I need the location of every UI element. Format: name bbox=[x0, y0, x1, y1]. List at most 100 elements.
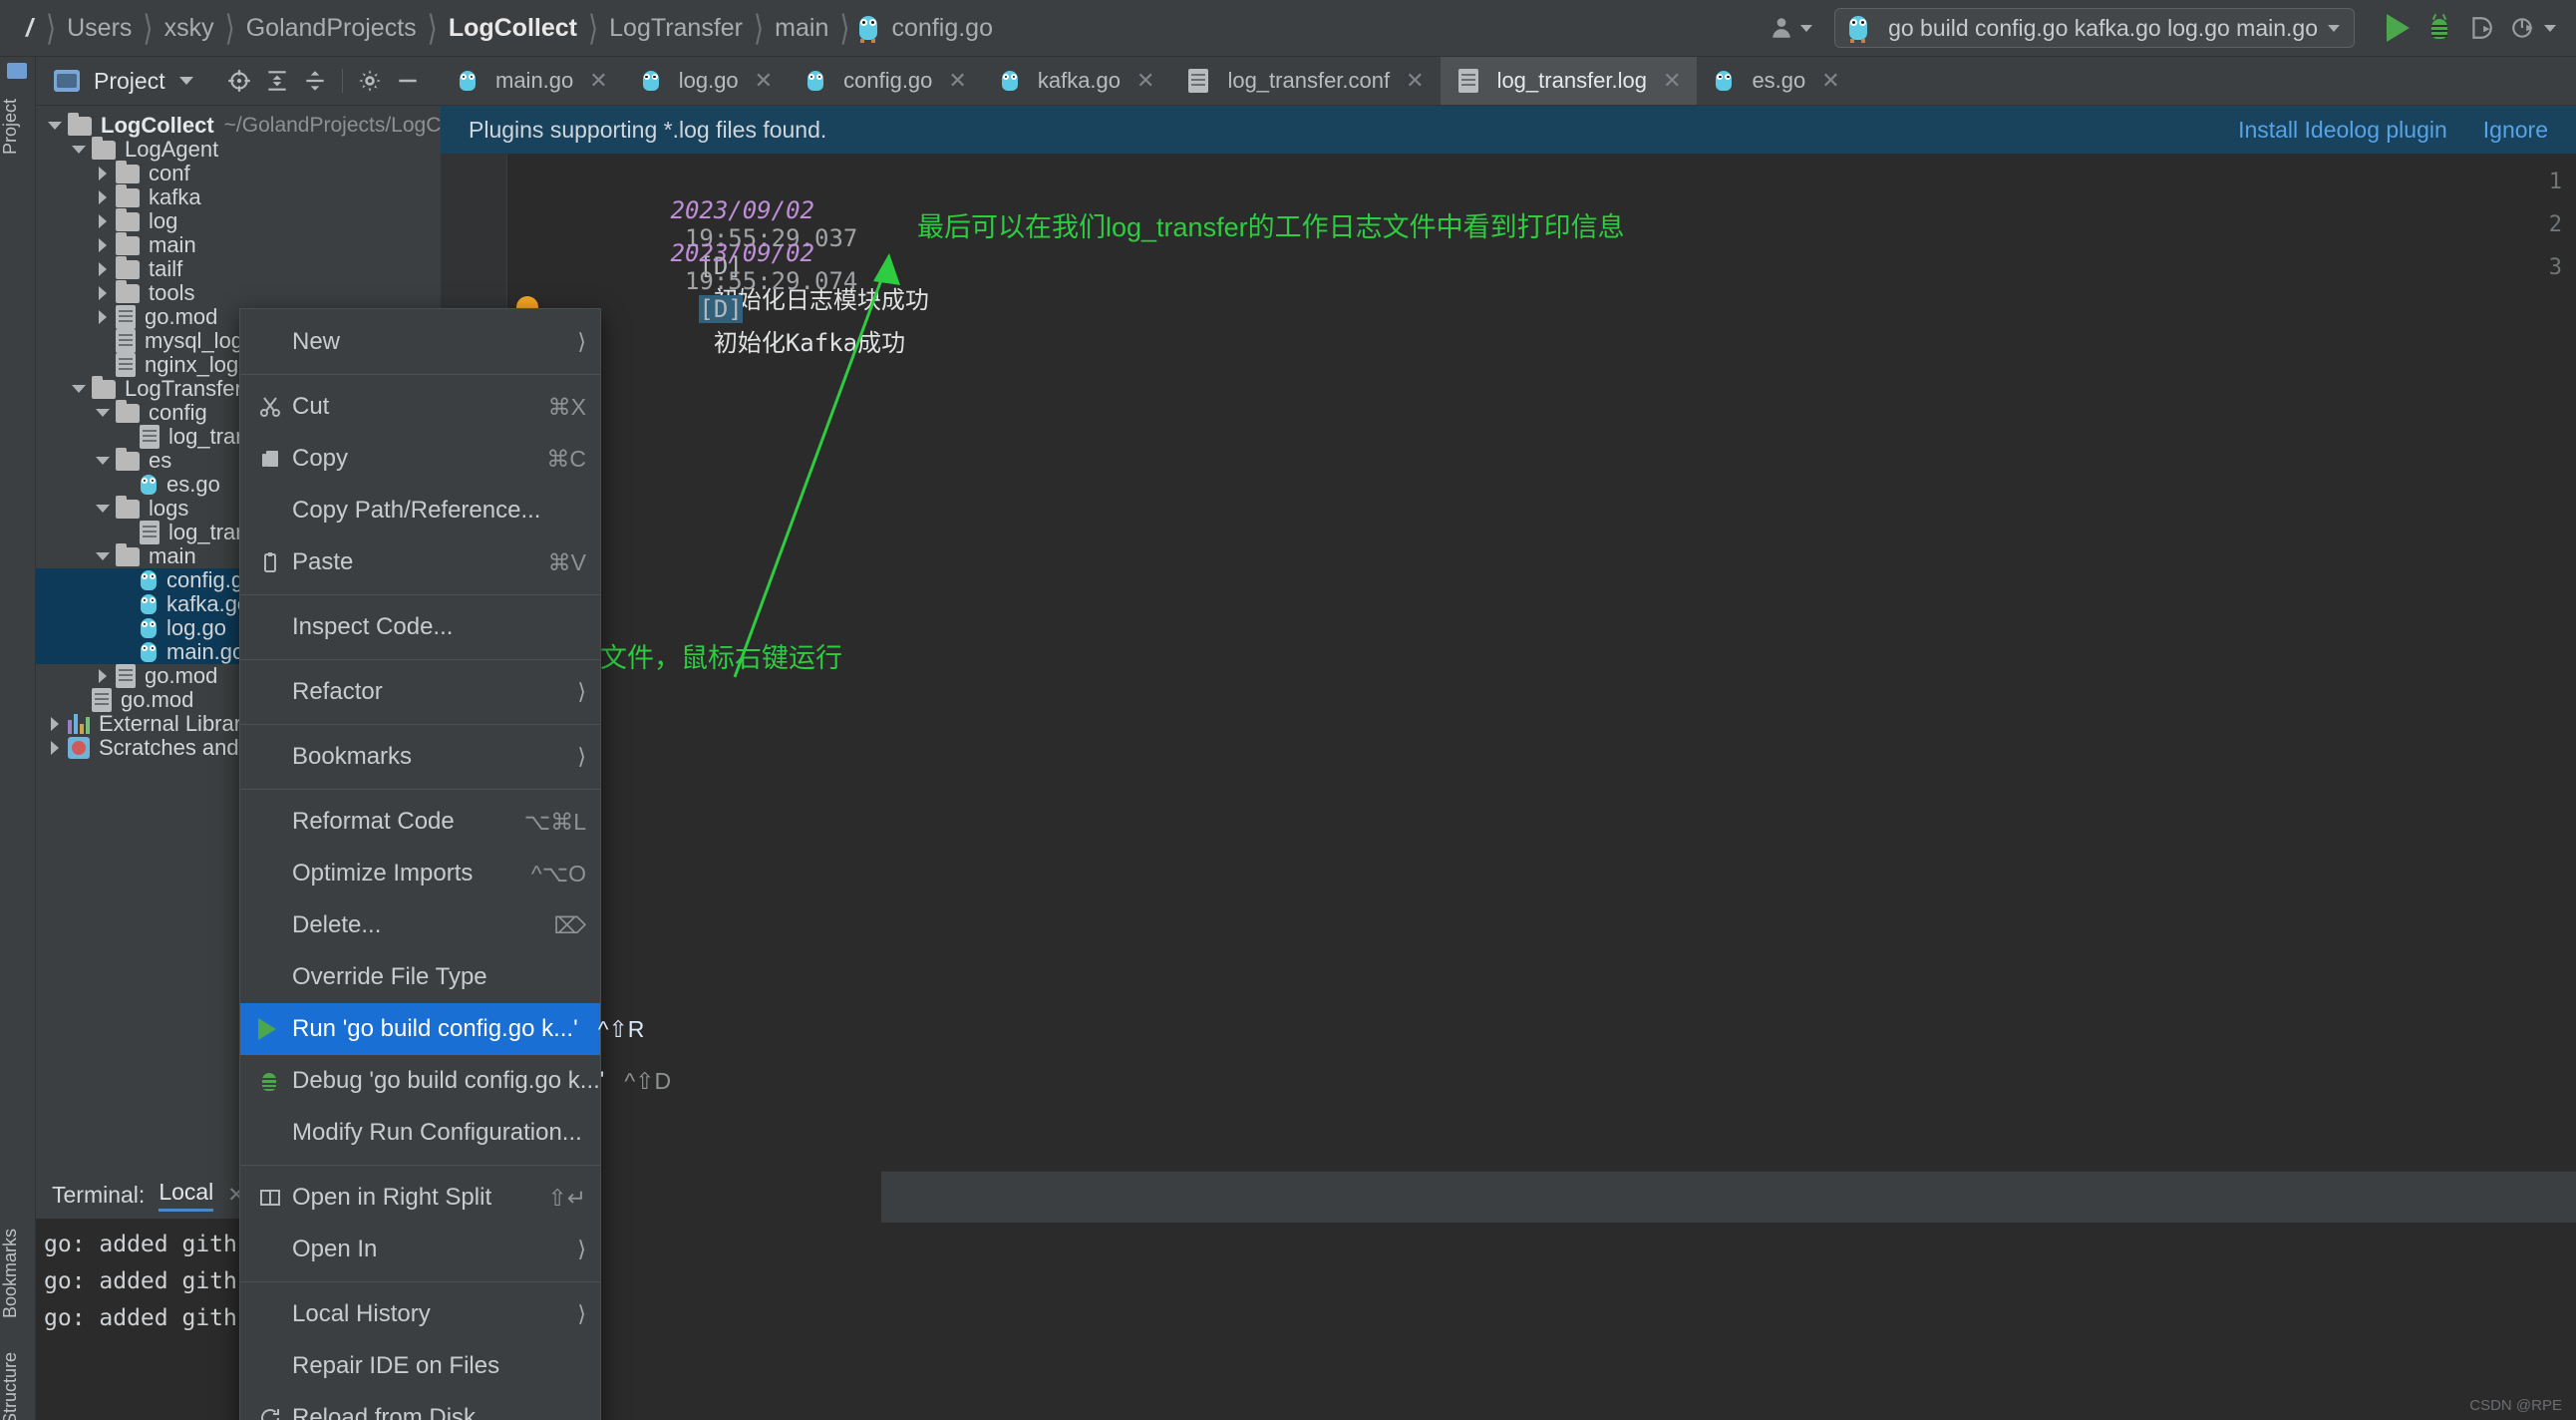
chevron-down-icon[interactable] bbox=[70, 141, 88, 159]
breadcrumb-item-logcollect[interactable]: LogCollect bbox=[445, 14, 581, 43]
menu-item-bookmarks[interactable]: Bookmarks ⟩ bbox=[240, 731, 600, 783]
close-icon[interactable]: ✕ bbox=[1663, 68, 1681, 94]
menu-item-inspect-code[interactable]: Inspect Code... bbox=[240, 601, 600, 653]
locate-icon[interactable] bbox=[220, 62, 258, 100]
tree-item-logcollect[interactable]: LogCollect ~/GolandProjects/LogCollect bbox=[36, 112, 441, 138]
editor-tab-log-transfer-conf[interactable]: log_transfer.conf ✕ bbox=[1170, 57, 1440, 105]
chevron-right-icon[interactable] bbox=[46, 715, 64, 733]
chevron-down-icon[interactable] bbox=[2544, 24, 2556, 32]
menu-item-refactor[interactable]: Refactor ⟩ bbox=[240, 666, 600, 718]
chevron-right-icon[interactable] bbox=[46, 739, 64, 757]
scratches-icon bbox=[68, 737, 90, 759]
menu-item-open-in[interactable]: Open In ⟩ bbox=[240, 1224, 600, 1275]
tree-item-label: go.mod bbox=[145, 663, 218, 688]
tree-item-main[interactable]: main bbox=[36, 231, 441, 257]
tree-item-kafka[interactable]: kafka bbox=[36, 183, 441, 209]
menu-item-local-history[interactable]: Local History ⟩ bbox=[240, 1288, 600, 1340]
run-with-coverage-button[interactable] bbox=[2460, 7, 2502, 49]
menu-item-reload-from-disk[interactable]: Reload from Disk bbox=[240, 1392, 600, 1420]
tree-item-conf[interactable]: conf bbox=[36, 160, 441, 185]
menu-item-copy[interactable]: Copy ⌘C bbox=[240, 433, 600, 485]
collapse-all-icon[interactable] bbox=[296, 62, 334, 100]
menu-item-debug-go-build-config-go-k[interactable]: Debug 'go build config.go k...' ^⇧D bbox=[240, 1055, 671, 1107]
menu-item-repair-ide-on-files[interactable]: Repair IDE on Files bbox=[240, 1340, 600, 1392]
chevron-down-icon[interactable] bbox=[94, 404, 112, 422]
menu-item-optimize-imports[interactable]: Optimize Imports ^⌥O bbox=[240, 848, 600, 899]
folder-icon bbox=[116, 279, 140, 303]
breadcrumb-item-golandprojects[interactable]: GolandProjects bbox=[242, 14, 421, 43]
hide-panel-icon[interactable] bbox=[389, 62, 427, 100]
editor-tab-es-go[interactable]: es.go ✕ bbox=[1697, 57, 1855, 105]
menu-item-delete[interactable]: Delete... ⌦ bbox=[240, 899, 600, 951]
chevron-right-icon[interactable] bbox=[94, 165, 112, 182]
breadcrumb-root[interactable]: / bbox=[22, 14, 39, 43]
chevron-down-icon[interactable] bbox=[94, 452, 112, 470]
line-number: 1 bbox=[2548, 170, 2562, 194]
close-icon[interactable]: ✕ bbox=[1821, 68, 1839, 94]
editor-tab-label: kafka.go bbox=[1037, 68, 1122, 93]
chevron-right-icon[interactable] bbox=[94, 284, 112, 302]
menu-item-cut[interactable]: Cut ⌘X bbox=[240, 381, 600, 433]
close-icon[interactable]: ✕ bbox=[755, 68, 773, 94]
chevron-right-icon[interactable] bbox=[94, 667, 112, 685]
breadcrumb-item-xsky[interactable]: xsky bbox=[161, 14, 218, 43]
settings-gear-icon[interactable] bbox=[351, 62, 389, 100]
no-arrow bbox=[118, 476, 136, 494]
expand-all-icon[interactable] bbox=[258, 62, 296, 100]
tree-item-logagent[interactable]: LogAgent bbox=[36, 136, 441, 162]
tree-item-log[interactable]: log bbox=[36, 207, 441, 233]
menu-item-open-in-right-split[interactable]: Open in Right Split ⇧↵ bbox=[240, 1172, 600, 1224]
run-button[interactable] bbox=[2377, 7, 2418, 49]
tree-item-tailf[interactable]: tailf bbox=[36, 255, 441, 281]
close-icon[interactable]: ✕ bbox=[948, 68, 966, 94]
breadcrumb-current-file[interactable]: config.go bbox=[888, 14, 997, 43]
chevron-right-icon[interactable] bbox=[94, 260, 112, 278]
chevron-right-icon: ⟩ bbox=[577, 679, 586, 704]
editor-tab-log-transfer-log[interactable]: log_transfer.log ✕ bbox=[1440, 57, 1698, 105]
chevron-down-icon[interactable] bbox=[70, 380, 88, 398]
tool-window-project[interactable]: Project bbox=[0, 67, 36, 186]
install-ideolog-plugin-link[interactable]: Install Ideolog plugin bbox=[2238, 117, 2447, 144]
editor-tab-kafka-go[interactable]: kafka.go ✕ bbox=[983, 57, 1171, 105]
breadcrumb-item-main[interactable]: main bbox=[771, 14, 832, 43]
chevron-down-icon[interactable] bbox=[46, 117, 64, 135]
editor-tab-label: config.go bbox=[843, 68, 933, 93]
editor-tab-label: log_transfer.log bbox=[1496, 68, 1647, 93]
tool-window-structure[interactable]: Structure bbox=[0, 1303, 36, 1420]
breadcrumb-separator: ⟩ bbox=[839, 7, 850, 48]
chevron-down-icon[interactable] bbox=[178, 77, 193, 85]
chevron-down-icon[interactable] bbox=[94, 547, 112, 565]
chevron-right-icon[interactable] bbox=[94, 188, 112, 206]
menu-item-paste[interactable]: Paste ⌘V bbox=[240, 536, 600, 588]
breadcrumb-item-logtransfer[interactable]: LogTransfer bbox=[605, 14, 747, 43]
editor-tab-main-go[interactable]: main.go ✕ bbox=[441, 57, 624, 105]
chevron-down-icon[interactable] bbox=[94, 500, 112, 518]
close-icon[interactable]: ✕ bbox=[589, 68, 607, 94]
menu-item-copy-path-reference[interactable]: Copy Path/Reference... bbox=[240, 485, 600, 536]
user-avatar-button[interactable] bbox=[1769, 15, 1813, 41]
debug-button[interactable] bbox=[2418, 7, 2460, 49]
close-icon[interactable]: ✕ bbox=[1136, 68, 1154, 94]
editor-tab-config-go[interactable]: config.go ✕ bbox=[789, 57, 983, 105]
editor-tab-label: log.go bbox=[678, 68, 739, 93]
ignore-link[interactable]: Ignore bbox=[2483, 117, 2548, 144]
copy-icon bbox=[258, 447, 292, 471]
tree-item-label: es bbox=[149, 448, 172, 473]
menu-item-modify-run-configuration[interactable]: Modify Run Configuration... bbox=[240, 1107, 600, 1159]
run-configuration-selector[interactable]: go build config.go kafka.go log.go main.… bbox=[1834, 8, 2355, 48]
terminal-tab-local[interactable]: Local bbox=[159, 1179, 214, 1212]
chevron-right-icon[interactable] bbox=[94, 236, 112, 254]
menu-item-override-file-type[interactable]: Override File Type bbox=[240, 951, 600, 1003]
scissors-icon bbox=[258, 395, 292, 419]
breadcrumb-item-users[interactable]: Users bbox=[63, 14, 136, 43]
chevron-right-icon[interactable] bbox=[94, 308, 112, 326]
chevron-right-icon[interactable] bbox=[94, 212, 112, 230]
editor-tab-log-go[interactable]: log.go ✕ bbox=[624, 57, 789, 105]
breadcrumb-separator: ⟩ bbox=[45, 7, 57, 48]
menu-item-reformat-code[interactable]: Reformat Code ⌥⌘L bbox=[240, 796, 600, 848]
profile-button[interactable] bbox=[2502, 7, 2544, 49]
close-icon[interactable]: ✕ bbox=[1406, 68, 1424, 94]
menu-item-new[interactable]: New ⟩ bbox=[240, 316, 600, 368]
menu-item-run-go-build-config-go-k[interactable]: Run 'go build config.go k...' ^⇧R bbox=[240, 1003, 644, 1055]
tree-item-tools[interactable]: tools bbox=[36, 279, 441, 305]
